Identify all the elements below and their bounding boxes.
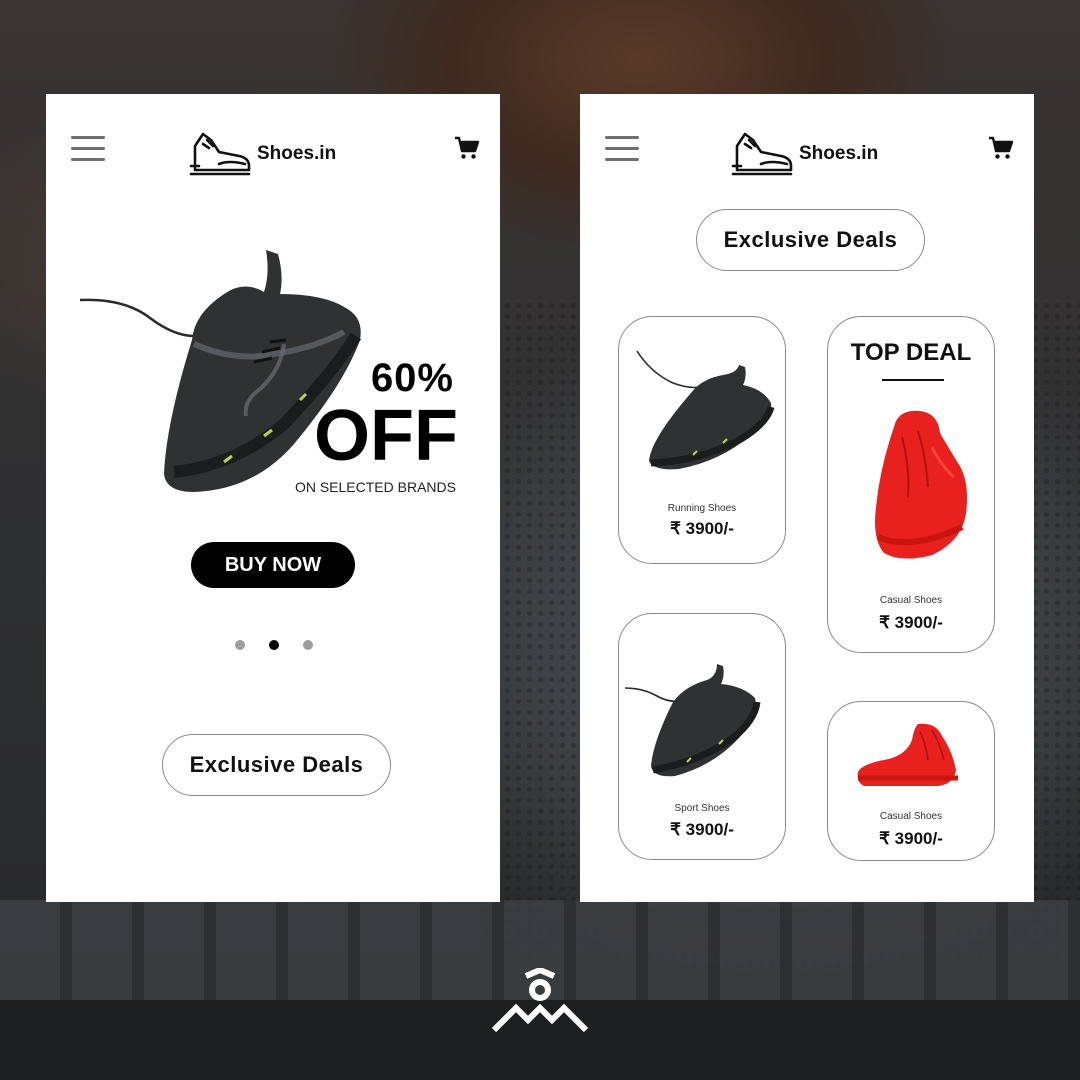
menu-icon[interactable] [605, 136, 639, 162]
deals-screen: Shoes.in Exclusive Deals Running Shoes ₹… [580, 94, 1034, 902]
shoe-image [857, 723, 958, 786]
product-price: ₹ 3900/- [670, 519, 734, 538]
product-name: Sport Shoes [674, 803, 730, 814]
carousel-dot[interactable] [235, 640, 245, 650]
top-deal-underline [882, 379, 944, 381]
promo-off: OFF [314, 396, 458, 476]
product-name: Running Shoes [667, 503, 737, 514]
carousel-indicator [235, 640, 313, 650]
product-card-casual[interactable]: Casual Shoes ₹ 3900/- [827, 701, 995, 861]
product-name: Casual Shoes [879, 595, 943, 606]
sneaker-logo-icon [731, 132, 793, 176]
brand-logo[interactable]: Shoes.in [731, 130, 878, 178]
exclusive-deals-button[interactable]: Exclusive Deals [162, 734, 391, 796]
shoe-image [636, 350, 775, 470]
cart-icon[interactable] [454, 136, 480, 160]
cart-icon[interactable] [988, 136, 1014, 160]
product-name: Casual Shoes [879, 811, 943, 822]
top-deal-card[interactable]: TOP DEAL Casual Shoes ₹ 3900/- [827, 316, 995, 653]
top-deal-title: TOP DEAL [850, 339, 972, 366]
menu-icon[interactable] [71, 136, 105, 162]
home-screen: Shoes.in 60% OFF ON SELECTED BRANDS BUY … [46, 94, 500, 902]
exclusive-deals-button[interactable]: Exclusive Deals [696, 209, 925, 271]
brand-logo[interactable]: Shoes.in [189, 130, 336, 178]
product-card-sport[interactable]: Sport Shoes ₹ 3900/- [618, 613, 786, 860]
shoe-image [875, 410, 967, 559]
brand-name: Shoes.in [257, 143, 337, 164]
promo-percent: 60% [370, 356, 454, 400]
carousel-dot-active[interactable] [269, 640, 279, 650]
carousel-dot[interactable] [303, 640, 313, 650]
product-card-running[interactable]: Running Shoes ₹ 3900/- [618, 316, 786, 564]
studio-brand-mark-icon [491, 968, 589, 1033]
sneaker-logo-icon [189, 132, 251, 176]
buy-now-button[interactable]: BUY NOW [191, 542, 355, 588]
product-price: ₹ 3900/- [879, 613, 943, 632]
promo-subtitle: ON SELECTED BRANDS [294, 479, 456, 495]
brand-name: Shoes.in [799, 143, 879, 164]
product-price: ₹ 3900/- [879, 829, 943, 848]
product-price: ₹ 3900/- [670, 820, 734, 839]
shoe-image [624, 664, 761, 777]
